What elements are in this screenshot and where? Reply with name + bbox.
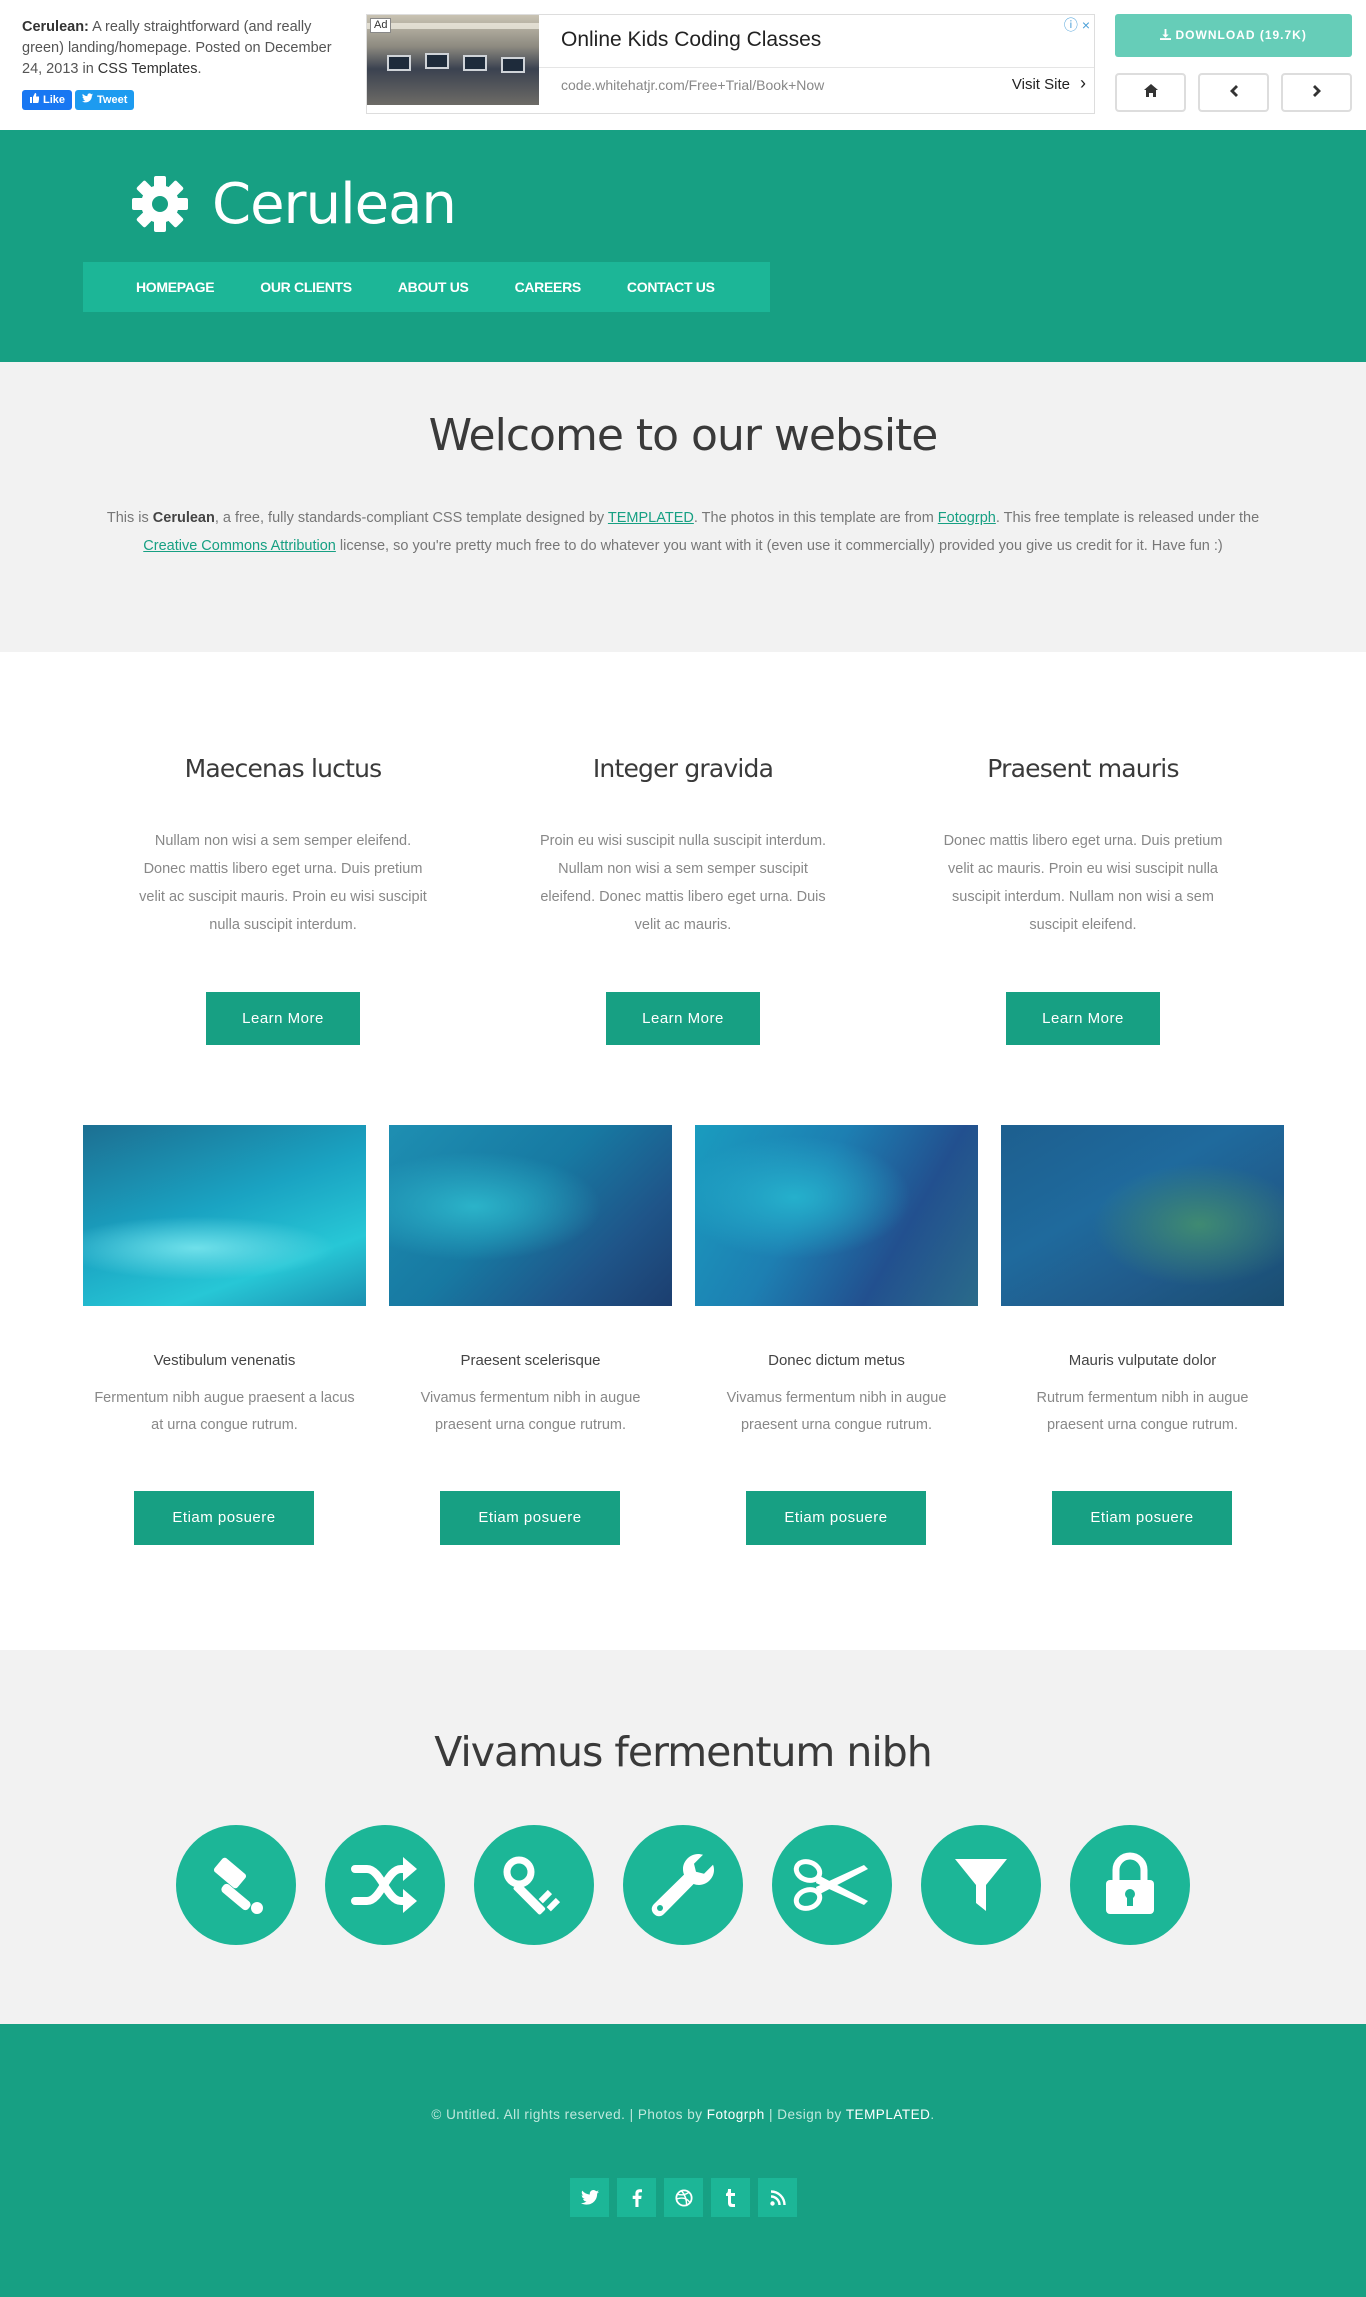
download-button[interactable]: DOWNLOAD (19.7K) [1115, 14, 1352, 57]
etiam-posuere-button[interactable]: Etiam posuere [746, 1491, 926, 1545]
footer-social-links [570, 2178, 797, 2217]
feature-text: Nullam non wisi a sem semper eleifend. D… [139, 833, 427, 933]
feature-title: Integer gravida [592, 754, 774, 783]
feature-column: Praesent mauris Donec mattis libero eget… [918, 754, 1248, 939]
gallery-text: Vivamus fermentum nibh in augue praesent… [726, 1390, 947, 1433]
feature-title: Praesent mauris [987, 754, 1179, 783]
category-link[interactable]: CSS Templates [98, 61, 198, 77]
top-bar: Cerulean: A really straightforward (and … [0, 0, 1366, 130]
gallery-image[interactable] [83, 1125, 366, 1306]
tumblr-icon[interactable] [711, 2178, 750, 2217]
gallery-text: Vivamus fermentum nibh in augue praesent… [420, 1390, 641, 1433]
facebook-like-button[interactable]: Like [22, 90, 73, 110]
gear-icon [130, 174, 190, 234]
feature-column: Maecenas luctus Nullam non wisi a sem se… [118, 754, 448, 939]
nav-about-us[interactable]: ABOUT US [375, 262, 492, 312]
gallery-title: Mauris vulputate dolor [1068, 1352, 1217, 1369]
gallery-title: Vestibulum venenatis [153, 1352, 296, 1369]
icons-section-title: Vivamus fermentum nibh [434, 1728, 933, 1776]
icons-section: Vivamus fermentum nibh [0, 1650, 1366, 2024]
gallery-title: Donec dictum metus [768, 1352, 905, 1369]
feature-text: Donec mattis libero eget urna. Duis pret… [943, 833, 1223, 933]
download-icon [1160, 28, 1175, 42]
feature-title: Maecenas luctus [184, 754, 383, 783]
chevron-left-icon [1229, 84, 1239, 101]
ad-close-icon[interactable]: ⓘ × [1064, 15, 1090, 35]
chevron-right-icon [1312, 84, 1322, 101]
dribbble-icon[interactable] [664, 2178, 703, 2217]
gallery-item: Vestibulum venenatis Fermentum nibh augu… [83, 1125, 366, 1439]
ad-visit-site-link[interactable]: Visit Site [1012, 76, 1070, 93]
tweet-button[interactable]: Tweet [75, 90, 135, 110]
rss-icon[interactable] [758, 2178, 797, 2217]
ad-url[interactable]: code.whitehatjr.com/Free+Trial/Book+Now [561, 77, 824, 93]
social-share: Like Tweet [22, 90, 135, 110]
learn-more-button[interactable]: Learn More [206, 992, 360, 1045]
chevron-right-icon: › [1080, 73, 1086, 93]
gallery-item: Praesent scelerisque Vivamus fermentum n… [389, 1125, 672, 1439]
template-name: Cerulean: [22, 19, 89, 35]
gallery-text: Rutrum fermentum nibh in augue praesent … [1036, 1390, 1249, 1433]
gallery-title: Praesent scelerisque [460, 1352, 601, 1369]
gallery-text: Fermentum nibh augue praesent a lacus at… [94, 1390, 355, 1433]
creative-commons-link[interactable]: Creative Commons Attribution [143, 538, 336, 554]
twitter-icon[interactable] [570, 2178, 609, 2217]
site-logo[interactable]: Cerulean [212, 172, 457, 237]
etiam-posuere-button[interactable]: Etiam posuere [1052, 1491, 1232, 1545]
home-button[interactable] [1115, 73, 1186, 112]
home-icon [1143, 84, 1158, 101]
twitter-bird-icon [82, 90, 94, 110]
template-info: Cerulean: A really straightforward (and … [22, 19, 332, 77]
learn-more-button[interactable]: Learn More [1006, 992, 1160, 1045]
ad-title[interactable]: Online Kids Coding Classes [561, 28, 821, 52]
gavel-icon[interactable] [176, 1825, 296, 1945]
gallery-item: Mauris vulputate dolor Rutrum fermentum … [1001, 1125, 1284, 1439]
features-section: Maecenas luctus Nullam non wisi a sem se… [0, 652, 1366, 1650]
main-nav: HOMEPAGE OUR CLIENTS ABOUT US CAREERS CO… [83, 262, 770, 312]
key-icon[interactable] [474, 1825, 594, 1945]
nav-homepage[interactable]: HOMEPAGE [113, 262, 237, 312]
gallery-image[interactable] [695, 1125, 978, 1306]
fotogrph-footer-link[interactable]: Fotogrph [707, 2107, 765, 2122]
shuffle-icon[interactable] [325, 1825, 445, 1945]
facebook-thumb-icon [29, 90, 40, 110]
scissors-icon[interactable] [772, 1825, 892, 1945]
ad-banner[interactable]: Ad ⓘ × Online Kids Coding Classes code.w… [366, 14, 1095, 114]
lock-icon[interactable] [1070, 1825, 1190, 1945]
site-header: Cerulean HOMEPAGE OUR CLIENTS ABOUT US C… [0, 130, 1366, 362]
next-button[interactable] [1281, 73, 1352, 112]
site-footer: © Untitled. All rights reserved. | Photo… [0, 2024, 1366, 2297]
copyright-text: © Untitled. All rights reserved. | Photo… [431, 2107, 935, 2122]
feature-column: Integer gravida Proin eu wisi suscipit n… [518, 754, 848, 939]
gallery-image[interactable] [1001, 1125, 1284, 1306]
ad-badge: Ad [370, 18, 392, 33]
nav-careers[interactable]: CAREERS [492, 262, 604, 312]
nav-contact-us[interactable]: CONTACT US [604, 262, 738, 312]
templated-footer-link[interactable]: TEMPLATED [846, 2107, 931, 2122]
etiam-posuere-button[interactable]: Etiam posuere [134, 1491, 314, 1545]
feature-text: Proin eu wisi suscipit nulla suscipit in… [539, 833, 827, 933]
templated-link[interactable]: TEMPLATED [608, 510, 694, 526]
previous-button[interactable] [1198, 73, 1269, 112]
nav-our-clients[interactable]: OUR CLIENTS [237, 262, 375, 312]
fotogrph-link[interactable]: Fotogrph [938, 510, 996, 526]
ad-classroom-image [367, 15, 539, 105]
welcome-title: Welcome to our website [428, 410, 939, 461]
welcome-text: This is Cerulean, a free, fully standard… [106, 510, 1260, 554]
facebook-icon[interactable] [617, 2178, 656, 2217]
welcome-section: Welcome to our website This is Cerulean,… [0, 362, 1366, 652]
wrench-icon[interactable] [623, 1825, 743, 1945]
gallery-image[interactable] [389, 1125, 672, 1306]
filter-icon[interactable] [921, 1825, 1041, 1945]
gallery-item: Donec dictum metus Vivamus fermentum nib… [695, 1125, 978, 1439]
etiam-posuere-button[interactable]: Etiam posuere [440, 1491, 620, 1545]
learn-more-button[interactable]: Learn More [606, 992, 760, 1045]
